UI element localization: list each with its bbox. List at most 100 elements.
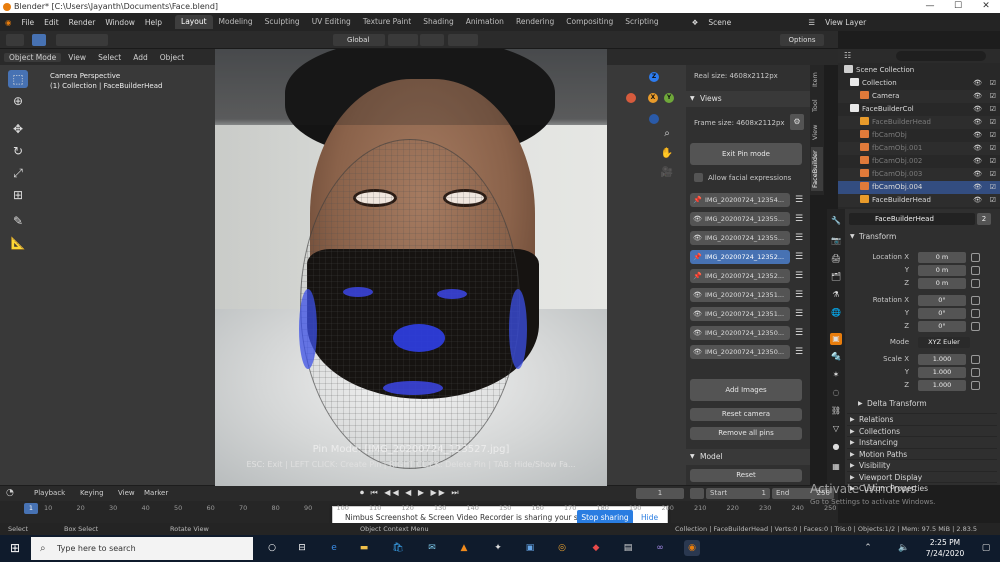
tab-item[interactable]: Item [811, 69, 823, 91]
location-z-field[interactable]: 0 m [918, 278, 966, 289]
pan-hand-icon[interactable]: ✋ [660, 147, 674, 161]
menu-render[interactable]: Render [64, 18, 101, 27]
users-count[interactable]: 2 [977, 213, 991, 225]
scene-props-icon[interactable]: ⚗ [830, 289, 842, 301]
exclude-checkbox-icon[interactable]: ☑ [990, 90, 996, 103]
exclude-checkbox-icon[interactable]: ☑ [990, 168, 996, 181]
menu-edit[interactable]: Edit [39, 18, 64, 27]
reset-model-button[interactable]: Reset [690, 469, 802, 482]
taskbar-clock[interactable]: 2:25 PM 7/24/2020 [918, 537, 972, 559]
image-name[interactable]: IMG_20200724_12351... [690, 307, 790, 321]
exclude-checkbox-icon[interactable]: ☑ [990, 129, 996, 142]
windows-start-icon[interactable]: ⊞ [0, 535, 30, 562]
select-box-tool-icon[interactable]: ⬚ [8, 70, 28, 88]
editor-type-button[interactable] [6, 34, 24, 46]
modifier-props-icon[interactable]: 🔩 [830, 351, 842, 363]
outliner-row[interactable]: fbCamObj.004 👁 ☑ [838, 181, 1000, 194]
image-menu-icon[interactable]: ☰ [794, 290, 804, 300]
volume-icon[interactable]: 🔈 [896, 540, 912, 556]
tool-props-icon[interactable]: 🔧 [830, 215, 842, 227]
transform-section[interactable]: ▼ Transform [847, 230, 997, 244]
visibility-eye-icon[interactable]: 👁 [973, 116, 982, 129]
pivot-point-dropdown[interactable] [388, 34, 418, 46]
move-tool-icon[interactable]: ✥ [8, 120, 28, 138]
rotation-y-field[interactable]: 0° [918, 308, 966, 319]
camera-background-photo[interactable] [215, 49, 607, 486]
exclude-checkbox-icon[interactable]: ☑ [990, 194, 996, 207]
render-props-icon[interactable]: 📷 [830, 235, 842, 247]
physics-props-icon[interactable]: ◌ [830, 387, 842, 399]
face-pin[interactable] [343, 287, 373, 297]
gizmo-z-axis[interactable]: Z [649, 72, 659, 82]
tab-modeling[interactable]: Modeling [213, 15, 259, 29]
mail-icon[interactable]: ✉ [424, 540, 440, 556]
image-menu-icon[interactable]: ☰ [794, 328, 804, 338]
image-name[interactable]: IMG_20200724_12350... [690, 326, 790, 340]
zoom-icon[interactable]: ⌕ [660, 127, 674, 141]
scale-tool-icon[interactable]: ⤢ [8, 164, 28, 182]
image-name[interactable]: IMG_20200724_12350... [690, 345, 790, 359]
image-name[interactable]: IMG_20200724_12352... [690, 269, 790, 283]
image-menu-icon[interactable]: ☰ [794, 214, 804, 224]
tab-layout[interactable]: Layout [175, 15, 213, 29]
notifications-icon[interactable]: ▢ [978, 540, 994, 556]
scale-z-field[interactable]: 1.000 [918, 380, 966, 391]
mode-dropdown[interactable]: Object Mode [4, 52, 62, 62]
blender-menu-icon[interactable]: ◉ [0, 18, 17, 27]
chrome-icon[interactable]: ◎ [554, 540, 570, 556]
app-icon[interactable]: ✦ [490, 540, 506, 556]
lock-icon[interactable] [971, 322, 980, 331]
material-props-icon[interactable]: ● [830, 441, 842, 453]
tab-tool[interactable]: Tool [811, 95, 823, 117]
output-props-icon[interactable]: 🖨 [830, 253, 842, 265]
options-dropdown[interactable]: Options [780, 34, 824, 46]
selection-modes[interactable] [56, 34, 108, 46]
image-list-item[interactable]: IMG_20200724_12350... 👁 ☰ [690, 345, 806, 359]
rotation-x-field[interactable]: 0° [918, 295, 966, 306]
frame-size-settings-icon[interactable]: ⚙ [790, 114, 804, 130]
visibility-eye-icon[interactable]: 👁 [973, 194, 982, 207]
visibility-eye-icon[interactable]: 👁 [973, 90, 982, 103]
exclude-checkbox-icon[interactable]: ☑ [990, 103, 996, 116]
exclude-checkbox-icon[interactable]: ☑ [990, 181, 996, 194]
exclude-checkbox-icon[interactable]: ☑ [990, 77, 996, 90]
proportional-editing[interactable] [448, 34, 478, 46]
properties-section[interactable]: ▶ Relations [847, 413, 997, 424]
menu-playback[interactable]: Playback [34, 489, 65, 497]
properties-section[interactable]: ▶ Instancing [847, 436, 997, 447]
constraint-props-icon[interactable]: ⛓ [830, 405, 842, 417]
select-mode-button[interactable] [32, 34, 46, 46]
particle-props-icon[interactable]: ✶ [830, 369, 842, 381]
store-icon[interactable]: 🛍 [390, 540, 406, 556]
visibility-eye-icon[interactable]: 👁 [973, 168, 982, 181]
object-name-field[interactable]: FaceBuilderHead [849, 213, 975, 225]
tab-rendering[interactable]: Rendering [510, 15, 560, 29]
exit-pin-mode-button[interactable]: Exit Pin mode [690, 143, 802, 165]
gizmo-x-axis[interactable]: X [648, 93, 658, 103]
outliner-row[interactable]: FaceBuilderHead 👁 ☑ [838, 116, 1000, 129]
menu-marker[interactable]: Marker [144, 489, 168, 497]
properties-section[interactable]: ▶ Visibility [847, 459, 997, 470]
tab-uv-editing[interactable]: UV Editing [306, 15, 357, 29]
outliner-row[interactable]: fbCamObj.001 👁 ☑ [838, 142, 1000, 155]
snap-toggle[interactable] [420, 34, 444, 46]
object-props-icon[interactable]: ▣ [830, 333, 842, 345]
maximize-button[interactable]: ☐ [944, 0, 972, 13]
image-name[interactable]: IMG_20200724_12354... [690, 193, 790, 207]
image-list-item[interactable]: IMG_20200724_12355... 👁 ☰ [690, 212, 806, 226]
image-menu-icon[interactable]: ☰ [794, 271, 804, 281]
tab-animation[interactable]: Animation [460, 15, 510, 29]
task-view-icon[interactable]: ○ [264, 540, 280, 556]
outliner-row[interactable]: fbCamObj.003 👁 ☑ [838, 168, 1000, 181]
gizmo-y-axis[interactable]: Y [664, 93, 674, 103]
image-menu-icon[interactable]: ☰ [794, 233, 804, 243]
image-name[interactable]: IMG_20200724_12355... [690, 231, 790, 245]
visibility-eye-icon[interactable]: 👁 [973, 155, 982, 168]
model-section-header[interactable]: ▼ Model [686, 449, 810, 465]
image-name[interactable]: IMG_20200724_12351... [690, 288, 790, 302]
scale-x-field[interactable]: 1.000 [918, 354, 966, 365]
tab-shading[interactable]: Shading [417, 15, 459, 29]
chin-pin-region[interactable] [383, 381, 443, 395]
visibility-eye-icon[interactable]: 👁 [973, 129, 982, 142]
playback-controls[interactable]: ⏺ ⏮ ◀◀ ◀ ▶ ▶▶ ⏭ [360, 488, 461, 498]
